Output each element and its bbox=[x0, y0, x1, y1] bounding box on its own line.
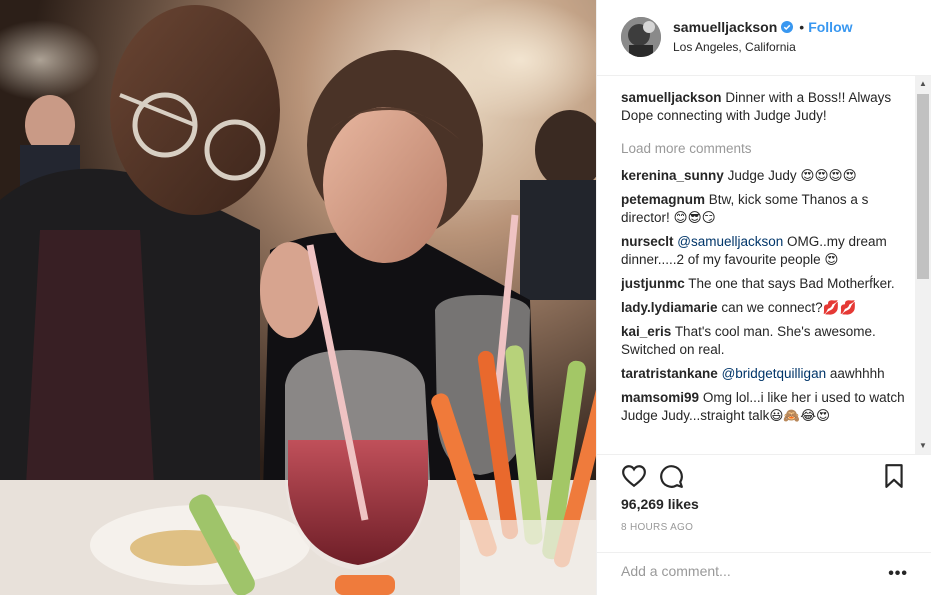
comment-username[interactable]: lady.lydiamarie bbox=[621, 300, 718, 315]
scroll-down-icon[interactable]: ▼ bbox=[915, 438, 931, 454]
likes-count[interactable]: 96,269 likes bbox=[621, 496, 699, 512]
comment-icon[interactable] bbox=[658, 463, 684, 489]
comment-text: can we connect? bbox=[721, 300, 823, 315]
post-sidebar: samuelljackson • Follow Los Angeles, Cal… bbox=[596, 0, 931, 595]
comments-scrollbar[interactable]: ▲ ▼ bbox=[915, 76, 931, 454]
comment-username[interactable]: justjunmc bbox=[621, 276, 685, 291]
comment-emoji: 💋💋 bbox=[822, 300, 857, 316]
comment-username[interactable]: taratristankane bbox=[621, 366, 718, 381]
more-options-icon[interactable]: ••• bbox=[888, 566, 908, 582]
add-comment-bar: ••• bbox=[597, 552, 931, 595]
load-more-comments-button[interactable]: Load more comments bbox=[621, 140, 911, 158]
comment-text: Judge Judy bbox=[727, 168, 801, 183]
avatar[interactable] bbox=[621, 17, 661, 57]
comment-text: Omg lol...i like her bbox=[702, 390, 811, 405]
verified-badge-icon bbox=[781, 21, 794, 33]
comment-username[interactable]: mamsomi99 bbox=[621, 390, 699, 405]
comment-username[interactable]: nurseclt bbox=[621, 234, 674, 249]
username-link[interactable]: samuelljackson bbox=[673, 19, 777, 35]
heart-icon[interactable] bbox=[621, 463, 647, 489]
avatar-image bbox=[621, 17, 661, 57]
comment-emoji: 😃🙈😂😍 bbox=[769, 408, 831, 424]
post-timestamp: 8 HOURS AGO bbox=[621, 522, 694, 533]
caption-username[interactable]: samuelljackson bbox=[621, 90, 722, 105]
separator-dot: • bbox=[799, 19, 805, 35]
instagram-post: samuelljackson • Follow Los Angeles, Cal… bbox=[0, 0, 931, 595]
comment-item: kerenina_sunny Judge Judy 😍😍😍😍 bbox=[621, 167, 911, 185]
bookmark-icon[interactable] bbox=[881, 463, 907, 489]
scrollbar-thumb[interactable] bbox=[917, 94, 929, 279]
comment-username[interactable]: petemagnum bbox=[621, 192, 705, 207]
comment-item: nurseclt @samuelljackson OMG..my dream d… bbox=[621, 233, 911, 269]
post-photo[interactable] bbox=[0, 0, 596, 595]
comment-username[interactable]: kai_eris bbox=[621, 324, 671, 339]
comment-text: aawhhhh bbox=[826, 366, 885, 381]
comment-mention[interactable]: @samuelljackson bbox=[677, 234, 783, 249]
location-link[interactable]: Los Angeles, California bbox=[673, 40, 796, 54]
comments-list[interactable]: samuelljackson Dinner with a Boss!! Alwa… bbox=[621, 76, 911, 454]
caption: samuelljackson Dinner with a Boss!! Alwa… bbox=[621, 89, 911, 125]
comment-item: kai_eris That's cool man. She's awesome.… bbox=[621, 323, 911, 359]
comment-username[interactable]: kerenina_sunny bbox=[621, 168, 724, 183]
comment-emoji: 😊😎😏 bbox=[673, 210, 716, 226]
comment-item: taratristankane @bridgetquilligan aawhhh… bbox=[621, 365, 911, 383]
header-user-line: samuelljackson • Follow bbox=[673, 19, 853, 35]
comment-emoji: 😍😍😍😍 bbox=[800, 168, 857, 184]
follow-button[interactable]: Follow bbox=[808, 19, 852, 35]
post-header: samuelljackson • Follow Los Angeles, Cal… bbox=[597, 0, 931, 76]
scroll-up-icon[interactable]: ▲ bbox=[915, 76, 931, 92]
dinner-photo-illustration bbox=[0, 0, 596, 595]
comment-input[interactable] bbox=[621, 563, 871, 579]
comment-item: mamsomi99 Omg lol...i like her i used to… bbox=[621, 389, 911, 425]
comment-item: justjunmc The one that says Bad Motherf́… bbox=[621, 275, 911, 293]
comment-item: lady.lydiamarie can we connect?💋💋 bbox=[621, 299, 911, 317]
comment-emoji: 😍 bbox=[824, 252, 839, 268]
comment-text: The one that says Bad Motherf́ker. bbox=[688, 276, 895, 291]
comment-mention[interactable]: @bridgetquilligan bbox=[722, 366, 827, 381]
comment-item: petemagnum Btw, kick some Thanos a s dir… bbox=[621, 191, 911, 227]
